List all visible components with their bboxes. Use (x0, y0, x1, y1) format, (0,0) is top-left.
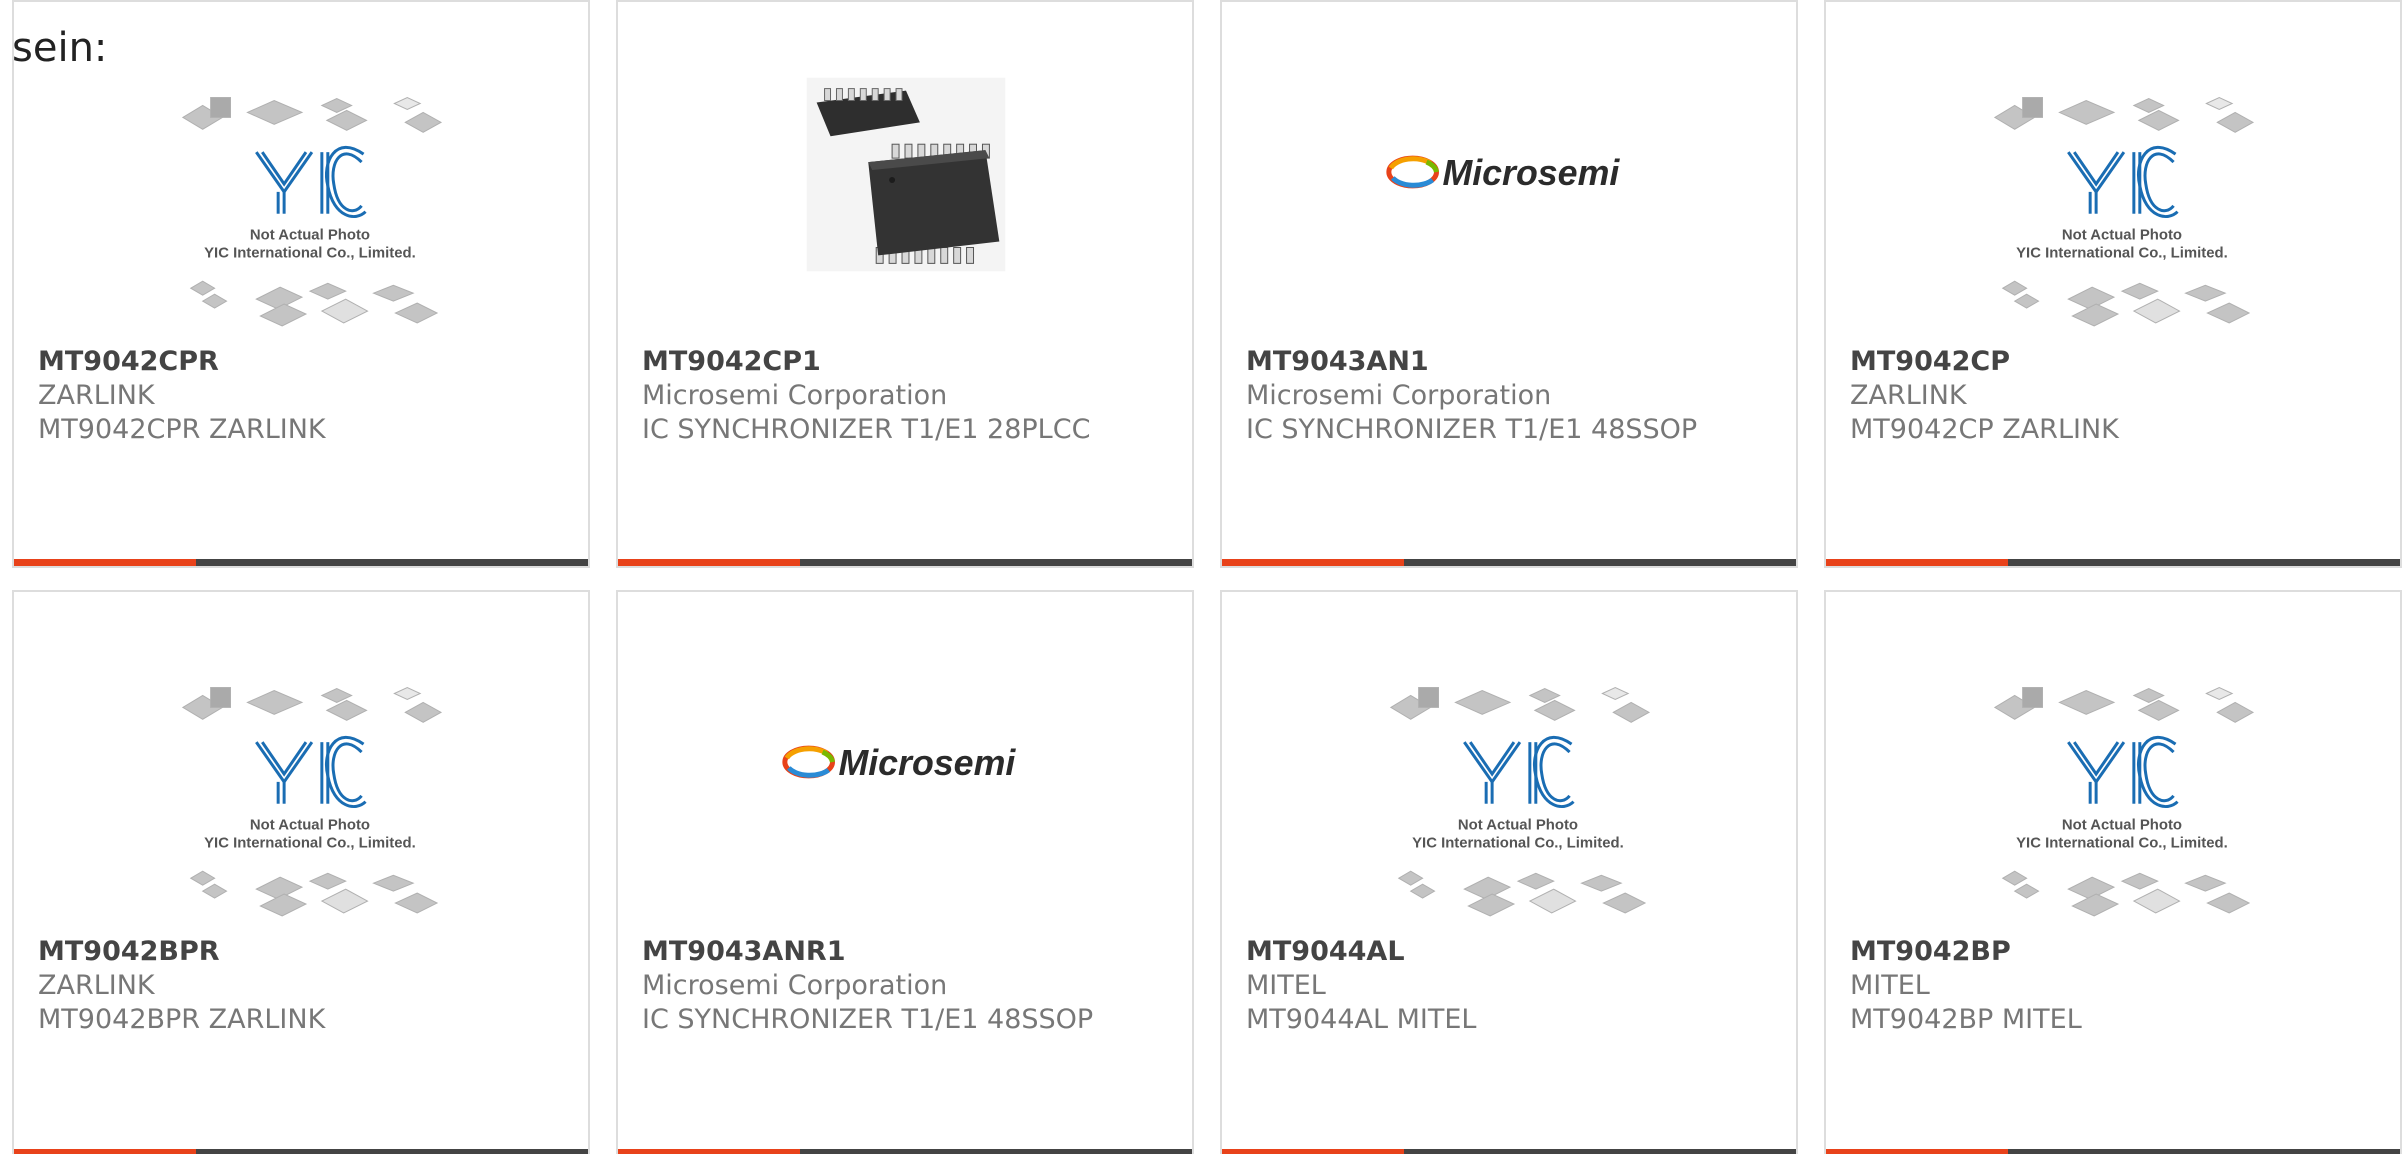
card-bottom-bar (1222, 1149, 1796, 1154)
not-actual-photo-image: Not Actual PhotoYIC International Co., L… (1389, 686, 1651, 917)
product-description: IC SYNCHRONIZER T1/E1 48SSOP (642, 1004, 1094, 1035)
product-description: MT9042BPR ZARLINK (38, 1004, 326, 1035)
card-bottom-bar (618, 1149, 1192, 1154)
card-bottom-bar (1826, 1149, 2400, 1154)
svg-text:Microsemi: Microsemi (838, 743, 1016, 783)
manufacturer-label: ZARLINK (38, 970, 155, 1001)
card-bottom-bar (618, 559, 1192, 566)
product-description: MT9042CP ZARLINK (1850, 414, 2119, 445)
product-info: MT9042CP ZARLINK MT9042CP ZARLINK (1850, 345, 2380, 447)
product-image[interactable]: Not Actual Photo YIC International Co., L… (1222, 592, 1796, 937)
manufacturer-label: Microsemi Corporation (642, 380, 948, 411)
card-accent-strip (1222, 1149, 1404, 1154)
product-description: MT9044AL MITEL (1246, 1004, 1477, 1035)
product-info: MT9042CP1 Microsemi Corporation IC SYNCHRO… (642, 345, 1172, 447)
svg-text:YIC International Co., Limited: YIC International Co., Limited. (2016, 835, 2228, 851)
microsemi-logo-image: Microsemi (1386, 153, 1620, 193)
part-number-link[interactable]: MT9042CP1 (642, 345, 1172, 379)
microsemi-logo-image: Microsemi (782, 743, 1016, 783)
product-image[interactable] (618, 2, 1192, 347)
card-accent-strip (1826, 1149, 2008, 1154)
manufacturer-label: ZARLINK (1850, 380, 1967, 411)
product-info: MT9042BPR ZARLINK MT9042BPR ZARLINK (38, 935, 568, 1037)
part-number-link[interactable]: MT9042CP (1850, 345, 2380, 379)
svg-text:YIC International Co., Limited: YIC International Co., Limited. (2016, 245, 2228, 261)
product-card[interactable]: Microsemi MT9043AN1 Microsemi Corporation I… (1220, 0, 1798, 568)
manufacturer-label: Microsemi Corporation (642, 970, 948, 1001)
intro-text: sein: (12, 25, 108, 71)
product-card[interactable]: Not Actual Photo YIC International Co., L… (12, 590, 590, 1154)
product-info: MT9044AL MITEL MT9044AL MITEL (1246, 935, 1776, 1037)
product-info: MT9043AN1 Microsemi Corporation IC SYNCHRO… (1246, 345, 1776, 447)
card-accent-strip (618, 559, 800, 566)
svg-text:Not Actual Photo: Not Actual Photo (2062, 818, 2182, 834)
product-image[interactable]: Not Actual Photo YIC International Co., L… (14, 592, 588, 937)
manufacturer-label: MITEL (1850, 970, 1930, 1001)
part-number-link[interactable]: MT9043ANR1 (642, 935, 1172, 969)
svg-text:YIC International Co., Limited: YIC International Co., Limited. (204, 245, 416, 261)
product-description: MT9042BP MITEL (1850, 1004, 2082, 1035)
product-card[interactable]: Not Actual Photo YIC International Co., L… (1824, 590, 2402, 1154)
part-number-link[interactable]: MT9042BPR (38, 935, 568, 969)
plcc-chip-photo (806, 77, 1006, 272)
svg-text:Microsemi: Microsemi (1442, 153, 1620, 193)
product-info: MT9042CPR ZARLINK MT9042CPR ZARLINK (38, 345, 568, 447)
product-card[interactable]: MT9042CP1 Microsemi Corporation IC SYNCHRO… (616, 0, 1194, 568)
product-card[interactable]: Microsemi MT9043ANR1 Microsemi Corporation… (616, 590, 1194, 1154)
svg-text:Not Actual Photo: Not Actual Photo (1458, 818, 1578, 834)
not-actual-photo-image: Not Actual PhotoYIC International Co., L… (1993, 686, 2255, 917)
product-image[interactable]: Microsemi (618, 592, 1192, 937)
card-accent-strip (618, 1149, 800, 1154)
product-info: MT9042BP MITEL MT9042BP MITEL (1850, 935, 2380, 1037)
product-description: IC SYNCHRONIZER T1/E1 48SSOP (1246, 414, 1698, 445)
card-bottom-bar (1826, 559, 2400, 566)
product-description: MT9042CPR ZARLINK (38, 414, 326, 445)
part-number-link[interactable]: MT9042CPR (38, 345, 568, 379)
manufacturer-label: Microsemi Corporation (1246, 380, 1552, 411)
card-accent-strip (1826, 559, 2008, 566)
product-card[interactable]: Not Actual Photo YIC International Co., L… (12, 0, 590, 568)
card-bottom-bar (14, 1149, 588, 1154)
svg-text:YIC International Co., Limited: YIC International Co., Limited. (204, 835, 416, 851)
product-info: MT9043ANR1 Microsemi Corporation IC SYNCHR… (642, 935, 1172, 1037)
svg-text:Not Actual Photo: Not Actual Photo (2062, 228, 2182, 244)
product-description: IC SYNCHRONIZER T1/E1 28PLCC (642, 414, 1091, 445)
product-image[interactable]: Not Actual Photo YIC International Co., L… (1826, 592, 2400, 937)
product-image[interactable]: Microsemi (1222, 2, 1796, 347)
product-card[interactable]: Not Actual Photo YIC International Co., L… (1824, 0, 2402, 568)
product-image[interactable]: Not Actual Photo YIC International Co., L… (1826, 2, 2400, 347)
not-actual-photo-image: Not Actual PhotoYIC International Co., L… (181, 686, 443, 917)
part-number-link[interactable]: MT9042BP (1850, 935, 2380, 969)
part-number-link[interactable]: MT9044AL (1246, 935, 1776, 969)
manufacturer-label: ZARLINK (38, 380, 155, 411)
not-actual-photo-image: Not Actual PhotoYIC International Co., L… (1993, 96, 2255, 327)
svg-text:Not Actual Photo: Not Actual Photo (250, 228, 370, 244)
card-accent-strip (14, 1149, 196, 1154)
product-grid-page: sein: Not Actual Photo YIC International … (0, 0, 2405, 1154)
svg-text:YIC International Co., Limited: YIC International Co., Limited. (1412, 835, 1624, 851)
svg-text:Not Actual Photo: Not Actual Photo (250, 818, 370, 834)
card-bottom-bar (14, 559, 588, 566)
manufacturer-label: MITEL (1246, 970, 1326, 1001)
part-number-link[interactable]: MT9043AN1 (1246, 345, 1776, 379)
card-accent-strip (1222, 559, 1404, 566)
product-card[interactable]: Not Actual Photo YIC International Co., L… (1220, 590, 1798, 1154)
card-accent-strip (14, 559, 196, 566)
card-bottom-bar (1222, 559, 1796, 566)
